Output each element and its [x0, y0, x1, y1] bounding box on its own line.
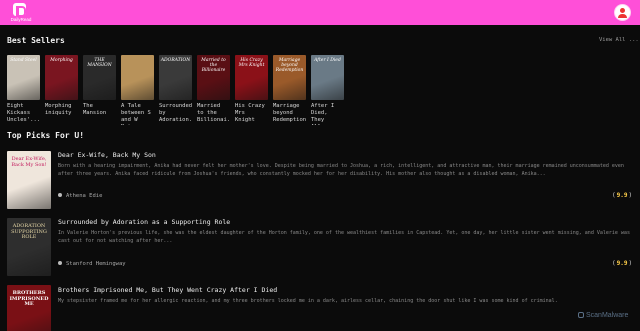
top-bar: DailyRead [0, 0, 640, 25]
author: Athena Edie [58, 192, 103, 199]
book-title[interactable]: The Mansion [83, 103, 116, 125]
best-seller-book[interactable]: ADORATION Surrounded by Adoration... [159, 55, 192, 125]
scan-icon [578, 312, 584, 319]
best-sellers-heading: Best Sellers [7, 36, 65, 45]
book-title[interactable]: Brothers Imprisoned Me, But They Went Cr… [58, 286, 277, 294]
rating-badge: (9.9) [611, 192, 633, 199]
rating-value: 9.9 [616, 260, 628, 267]
best-seller-book[interactable]: THE MANSION The Mansion [83, 55, 116, 125]
app-logo[interactable]: DailyRead [8, 3, 32, 23]
book-cover[interactable]: Stand Steel [7, 55, 40, 100]
top-picks-heading: Top Picks For U! [7, 131, 85, 140]
book-description: My stepsister framed me for her allergic… [58, 298, 558, 304]
book-cover[interactable]: BROTHERS IMPRISONED ME [7, 285, 51, 331]
book-cover[interactable]: Married to the Billionaire [197, 55, 230, 100]
best-seller-book[interactable]: A Tale between S and W Not... [121, 55, 154, 125]
book-cover[interactable]: THE MANSION [83, 55, 116, 100]
book-cover[interactable]: After I Died [311, 55, 344, 100]
top-pick-item[interactable]: Dear Ex-Wife, Back My Son! Dear Ex-Wife,… [7, 151, 633, 211]
book-description: Born with a hearing impairment, Anika ha… [58, 163, 624, 177]
book-title[interactable]: Surrounded by Adoration as a Supporting … [58, 218, 230, 226]
logo-icon [13, 3, 26, 17]
book-description: In Valerie Horton's previous life, she w… [58, 230, 630, 244]
top-pick-item[interactable]: BROTHERS IMPRISONED ME Brothers Imprison… [7, 285, 633, 331]
user-icon [58, 260, 62, 265]
logo-text: DailyRead [10, 17, 32, 22]
rating-badge: (9.9) [611, 260, 633, 267]
book-cover[interactable]: His Crazy Mrs Knight [235, 55, 268, 100]
rating-value: 9.9 [616, 192, 628, 199]
best-seller-book[interactable]: After I Died After I Died, They All... [311, 55, 344, 125]
best-seller-book[interactable]: Marriage beyond Redemption Marriage beyo… [273, 55, 306, 125]
top-pick-item[interactable]: ADORATION SUPPORTING ROLE Surrounded by … [7, 218, 633, 278]
view-all-link[interactable]: View All ... [599, 37, 639, 43]
book-cover[interactable]: Dear Ex-Wife, Back My Son! [7, 151, 51, 209]
book-cover[interactable]: ADORATION [159, 55, 192, 100]
user-avatar-icon[interactable] [614, 4, 631, 21]
book-cover[interactable] [121, 55, 154, 100]
best-seller-book[interactable]: Stand Steel Eight Kickass Uncles'... [7, 55, 40, 125]
best-seller-book[interactable]: Morphing Morphing iniquity [45, 55, 78, 125]
book-title[interactable]: Dear Ex-Wife, Back My Son [58, 151, 156, 159]
laurel-right-icon: ) [628, 192, 633, 199]
best-sellers-carousel: Stand Steel Eight Kickass Uncles'... Mor… [7, 55, 640, 127]
book-title[interactable]: Surrounded by Adoration... [159, 103, 192, 125]
author-name: Stanford Hemingway [66, 261, 126, 267]
book-title[interactable]: Married to the Billionai... [197, 103, 230, 125]
author-name: Athena Edie [66, 193, 103, 199]
laurel-right-icon: ) [628, 260, 633, 267]
best-seller-book[interactable]: Married to the Billionaire Married to th… [197, 55, 230, 125]
book-title[interactable]: Marriage beyond Redemption [273, 103, 306, 125]
book-title[interactable]: After I Died, They All... [311, 103, 344, 125]
laurel-left-icon: ( [612, 260, 616, 267]
book-cover[interactable]: ADORATION SUPPORTING ROLE [7, 218, 51, 276]
best-seller-book[interactable]: His Crazy Mrs Knight His Crazy Mrs Knigh… [235, 55, 268, 125]
book-cover[interactable]: Marriage beyond Redemption [273, 55, 306, 100]
laurel-left-icon: ( [612, 192, 616, 199]
book-title[interactable]: Morphing iniquity [45, 103, 78, 125]
book-title[interactable]: A Tale between S and W Not... [121, 103, 154, 125]
book-title[interactable]: Eight Kickass Uncles'... [7, 103, 40, 125]
book-cover[interactable]: Morphing [45, 55, 78, 100]
book-title[interactable]: His Crazy Mrs Knight [235, 103, 268, 125]
user-icon [58, 192, 62, 197]
watermark: ScanMalware [578, 312, 628, 319]
author: Stanford Hemingway [58, 260, 126, 267]
